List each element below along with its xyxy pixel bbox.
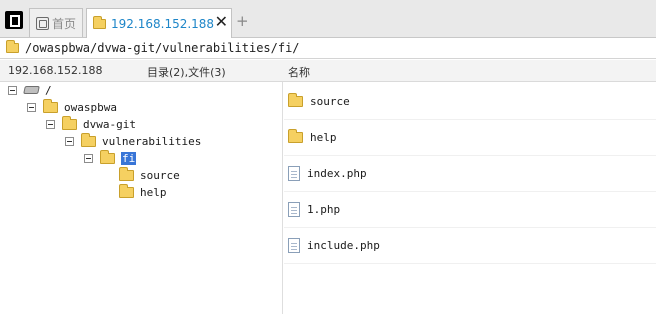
folder-icon <box>119 166 134 181</box>
tree-node-owaspbwa[interactable]: owaspbwa <box>27 98 117 115</box>
list-header: 192.168.152.188 目录(2),文件(3) 名称 <box>0 60 656 82</box>
file-name: source <box>310 95 350 108</box>
list-item[interactable]: index.php <box>284 156 656 192</box>
tree-node-label: owaspbwa <box>64 100 117 114</box>
drive-icon <box>23 86 40 94</box>
home-icon <box>36 16 49 30</box>
folder-icon <box>81 132 96 147</box>
list-item[interactable]: include.php <box>284 228 656 264</box>
file-icon <box>288 166 300 181</box>
tree-node-vulnerabilities[interactable]: vulnerabilities <box>65 132 202 149</box>
app-logo-icon[interactable] <box>5 11 23 29</box>
file-name: index.php <box>307 167 367 180</box>
folder-icon <box>288 93 303 107</box>
file-list: source help index.php 1.php include.php <box>284 82 656 314</box>
directory-summary: 目录(2),文件(3) <box>147 66 226 79</box>
collapse-toggle-icon[interactable] <box>84 153 93 163</box>
tree-node-fi[interactable]: fi <box>84 149 137 166</box>
address-path[interactable]: /owaspbwa/dvwa-git/vulnerabilities/fi/ <box>25 41 300 55</box>
tree-node-label: vulnerabilities <box>102 134 202 148</box>
directory-tree: / owaspbwa dvwa-git vulnerabilities fi s… <box>0 82 283 314</box>
tab-bar: 首页 192.168.152.188 ✕ + <box>0 0 656 38</box>
folder-icon <box>62 115 77 130</box>
address-bar[interactable]: /owaspbwa/dvwa-git/vulnerabilities/fi/ <box>0 38 656 59</box>
file-icon <box>288 238 300 253</box>
tree-node-help[interactable]: help <box>119 183 167 200</box>
column-header-name[interactable]: 名称 <box>288 64 310 80</box>
folder-icon <box>6 40 19 53</box>
collapse-toggle-icon[interactable] <box>27 102 36 112</box>
file-icon <box>288 202 300 217</box>
file-name: help <box>310 131 337 144</box>
folder-icon <box>119 183 134 198</box>
folder-icon <box>43 98 58 113</box>
tree-node-label: dvwa-git <box>83 117 136 131</box>
tree-node-dvwa-git[interactable]: dvwa-git <box>46 115 136 132</box>
tree-node-source[interactable]: source <box>119 166 180 183</box>
tree-node-root[interactable]: / <box>8 82 52 98</box>
list-item[interactable]: 1.php <box>284 192 656 228</box>
host-label: 192.168.152.188 <box>8 64 103 77</box>
list-item[interactable]: source <box>284 84 656 120</box>
collapse-toggle-icon[interactable] <box>8 85 17 95</box>
list-item[interactable]: help <box>284 120 656 156</box>
tab-home-label: 首页 <box>52 16 77 31</box>
tree-node-label: help <box>140 185 167 199</box>
folder-icon <box>288 129 303 143</box>
tree-node-label: / <box>45 83 52 97</box>
tab-remote-host-label: 192.168.152.188 <box>111 16 215 31</box>
folder-open-icon <box>100 149 115 164</box>
file-name: include.php <box>307 239 380 252</box>
file-name: 1.php <box>307 203 341 216</box>
tab-home[interactable]: 首页 <box>29 8 83 37</box>
tree-node-label: fi <box>121 151 137 165</box>
collapse-toggle-icon[interactable] <box>65 136 74 146</box>
close-icon[interactable]: ✕ <box>215 14 228 30</box>
tab-remote-host[interactable]: 192.168.152.188 ✕ <box>86 8 232 38</box>
collapse-toggle-icon[interactable] <box>46 119 55 129</box>
new-tab-button[interactable]: + <box>236 12 249 30</box>
tree-node-label: source <box>140 168 180 182</box>
folder-icon <box>93 15 106 29</box>
